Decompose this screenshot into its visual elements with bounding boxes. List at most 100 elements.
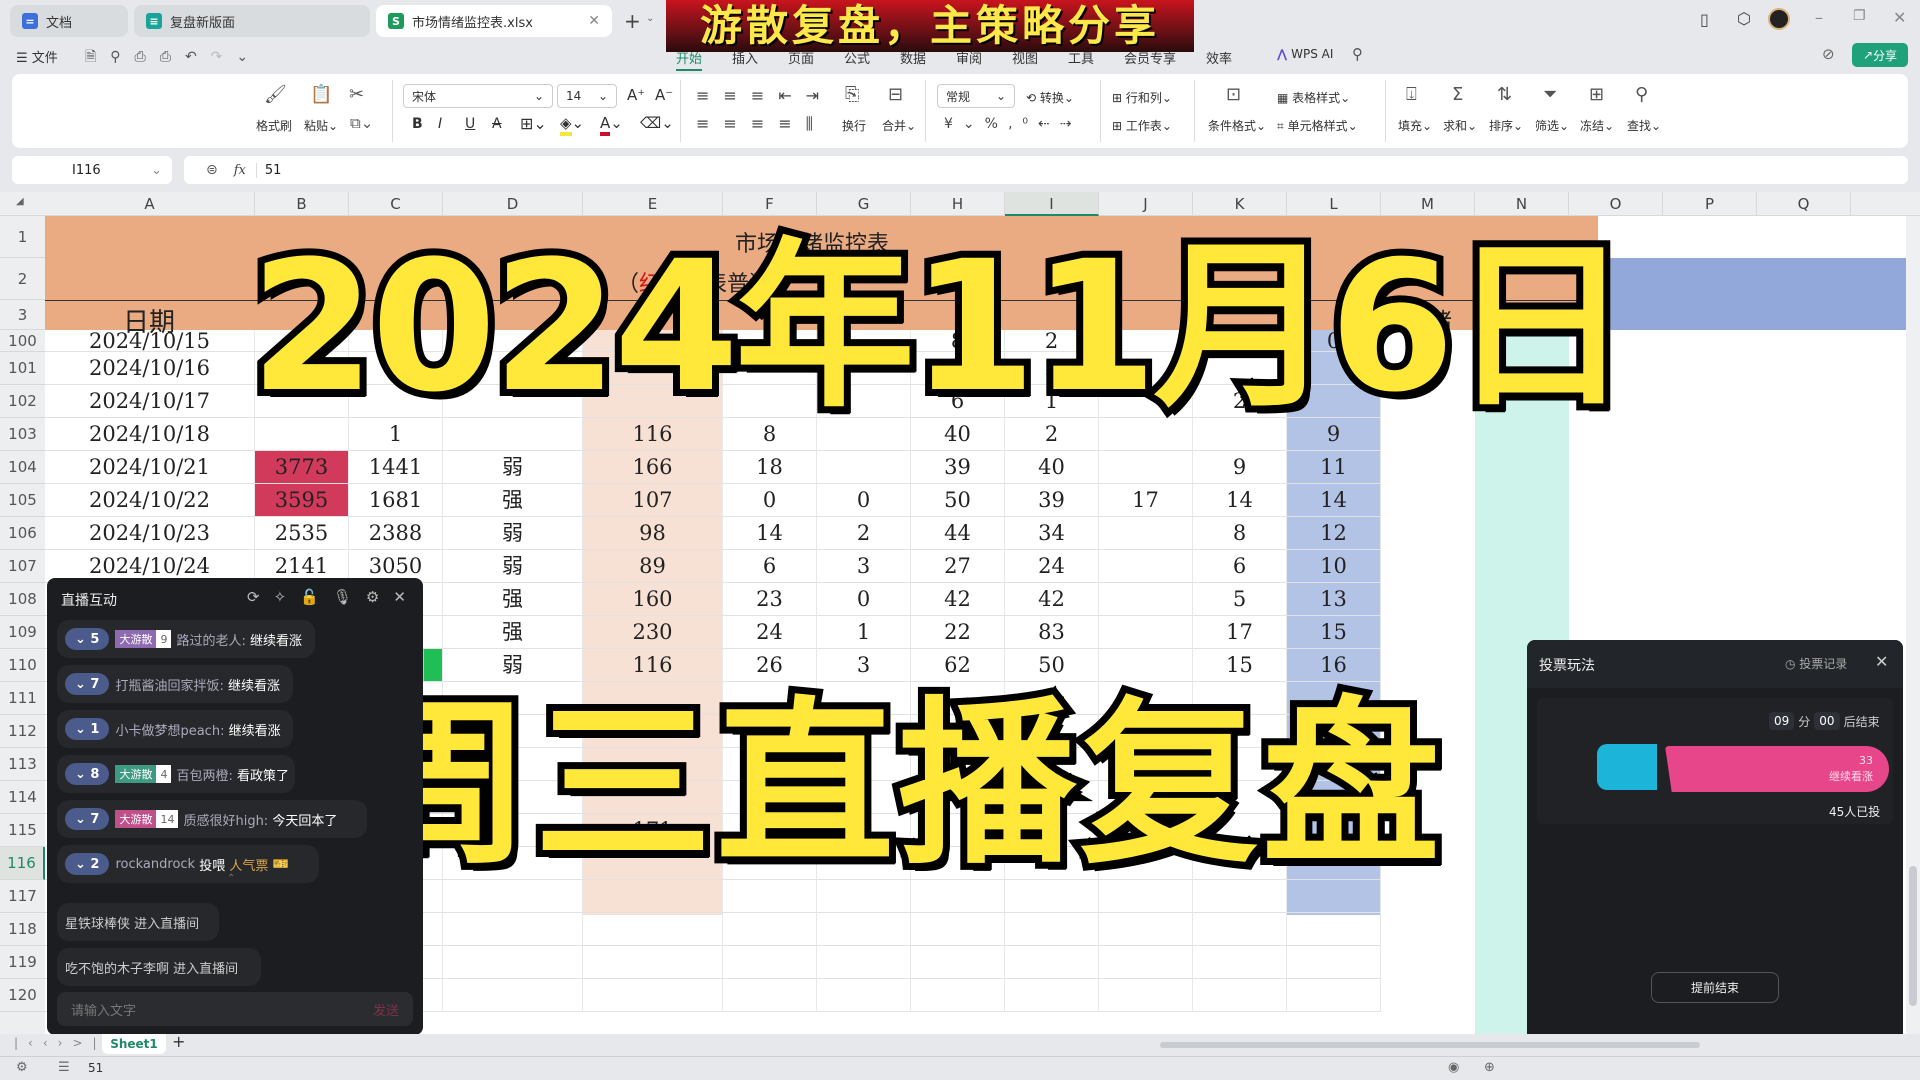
decrease-font-icon[interactable]: A⁻ [655,86,673,104]
table-cell[interactable] [443,979,583,1012]
settings-icon[interactable]: ⚙ [366,588,393,606]
add-sheet-button[interactable]: + [172,1032,185,1051]
menu-tab[interactable]: 开始 [676,48,703,71]
table-cell[interactable] [1287,913,1381,946]
copy-icon[interactable]: ⧉⌄ [350,114,373,132]
table-cell[interactable] [1193,913,1287,946]
effects-off-icon[interactable]: ✧ [274,588,301,606]
table-cell[interactable]: 1 [817,616,911,649]
close-tab-icon[interactable]: ✕ [588,13,600,29]
table-cell[interactable]: 3 [817,649,911,682]
table-cell[interactable] [1099,550,1193,583]
table-cell[interactable]: 107 [583,484,723,517]
table-cell[interactable]: 2024/10/23 [45,517,255,550]
format-painter-button[interactable]: 格式刷 [256,117,292,134]
table-cell[interactable]: 0 [817,583,911,616]
table-cell[interactable]: 98 [583,517,723,550]
table-cell[interactable] [583,979,723,1012]
horizontal-align-icons[interactable]: ≡≡≡≡⫼ [696,114,827,134]
row-header[interactable]: 120 [0,979,45,1012]
table-cell[interactable]: 2535 [255,517,349,550]
column-header[interactable]: J [1099,192,1193,216]
table-cell[interactable] [1287,946,1381,979]
table-cell[interactable] [723,913,817,946]
wrap-text-button[interactable]: 换行 [842,117,866,134]
tab-review[interactable]: ≡ 复盘新版面 [134,5,370,37]
cut-icon[interactable]: ✂ [349,84,364,105]
row-header[interactable]: 109 [0,616,45,649]
table-cell[interactable]: 0 [817,484,911,517]
name-box[interactable]: I116 ⌄ [12,156,172,184]
table-cell[interactable]: 23 [723,583,817,616]
sort-button[interactable]: 排序⌄ [1489,117,1523,134]
table-cell[interactable]: 50 [1005,649,1099,682]
avatar[interactable] [1768,8,1790,30]
cell-stat-icon[interactable]: ☰ [58,1060,70,1075]
rows-cols-button[interactable]: ⊞ 行和列⌄ [1112,89,1172,106]
table-cell[interactable]: 27 [911,550,1005,583]
close-icon[interactable]: ✕ [393,588,420,606]
table-cell[interactable]: 9 [1193,451,1287,484]
row-header[interactable]: 105 [0,484,45,517]
menu-tab[interactable]: 审阅 [956,48,982,67]
table-cell[interactable]: 17 [1193,616,1287,649]
table-cell[interactable]: 12 [1287,517,1381,550]
cube-icon[interactable]: ⬡ [1737,9,1751,28]
table-cell[interactable]: 39 [1005,484,1099,517]
username[interactable]: 路过的老人: [176,630,245,649]
table-cell[interactable] [1099,451,1193,484]
paste-button[interactable]: 粘贴⌄ [304,117,338,134]
vote-option-bar[interactable]: 33 继续看涨 [1665,746,1889,792]
table-cell[interactable]: 3 [817,550,911,583]
table-cell[interactable]: 39 [911,451,1005,484]
menu-tab[interactable]: 公式 [844,48,870,67]
table-cell[interactable]: 2024/10/15 [45,330,255,352]
table-cell[interactable] [583,946,723,979]
undo-icon[interactable]: ↶ [185,49,211,65]
table-cell[interactable]: 弱 [443,649,583,682]
table-cell[interactable]: 42 [1005,583,1099,616]
table-cell[interactable]: 26 [723,649,817,682]
row-header[interactable]: 100 [0,330,45,352]
number-format-icons[interactable]: ¥⌄%‚⁰⇠⇢ [944,116,1081,132]
format-painter-icon[interactable]: 🖌 [264,84,287,105]
table-cell[interactable]: 44 [911,517,1005,550]
table-cell[interactable]: 16 [1287,649,1381,682]
italic-button[interactable]: I [438,116,442,132]
merge-icon[interactable]: ⊟ [888,84,903,105]
table-cell[interactable] [817,451,911,484]
column-header[interactable]: N [1475,192,1569,216]
table-cell[interactable] [911,913,1005,946]
column-header[interactable]: D [443,192,583,216]
table-cell[interactable]: 89 [583,550,723,583]
column-header[interactable]: Q [1757,192,1851,216]
sum-icon[interactable]: Σ [1452,84,1463,105]
column-header[interactable]: O [1569,192,1663,216]
sheet-tab-sheet1[interactable]: Sheet1 [102,1034,166,1054]
tab-docs[interactable]: = 文档 [10,5,128,37]
conditional-format-button[interactable]: 条件格式⌄ [1208,117,1266,134]
new-tab-button[interactable]: + [624,9,641,33]
menu-tab[interactable]: 会员专享 [1124,48,1176,67]
wps-ai-button[interactable]: ⋀ WPS AI [1277,47,1333,61]
scroll-up-icon[interactable]: ⌃ [227,873,235,884]
username[interactable]: rockandrock [115,857,195,872]
table-cell[interactable]: 3595 [255,484,349,517]
table-cell[interactable]: 14 [723,517,817,550]
eye-protection-icon[interactable]: ◉ [1448,1060,1459,1075]
table-cell[interactable]: 83 [1005,616,1099,649]
table-cell[interactable] [1099,649,1193,682]
username[interactable]: 质感很好high: [183,810,268,829]
table-cell[interactable]: 2 [817,517,911,550]
print-icon[interactable]: ⎙ [135,49,160,65]
print-preview-icon[interactable]: ⎙ [160,49,185,65]
find-button[interactable]: 查找⌄ [1627,117,1661,134]
row-header[interactable]: 107 [0,550,45,583]
username[interactable]: 百包两橙: [176,765,232,784]
row-header[interactable]: 112 [0,715,45,748]
table-cell[interactable]: 1441 [349,451,443,484]
table-cell[interactable] [817,979,911,1012]
table-cell[interactable]: 40 [1005,451,1099,484]
table-cell[interactable] [911,979,1005,1012]
table-cell[interactable]: 1681 [349,484,443,517]
